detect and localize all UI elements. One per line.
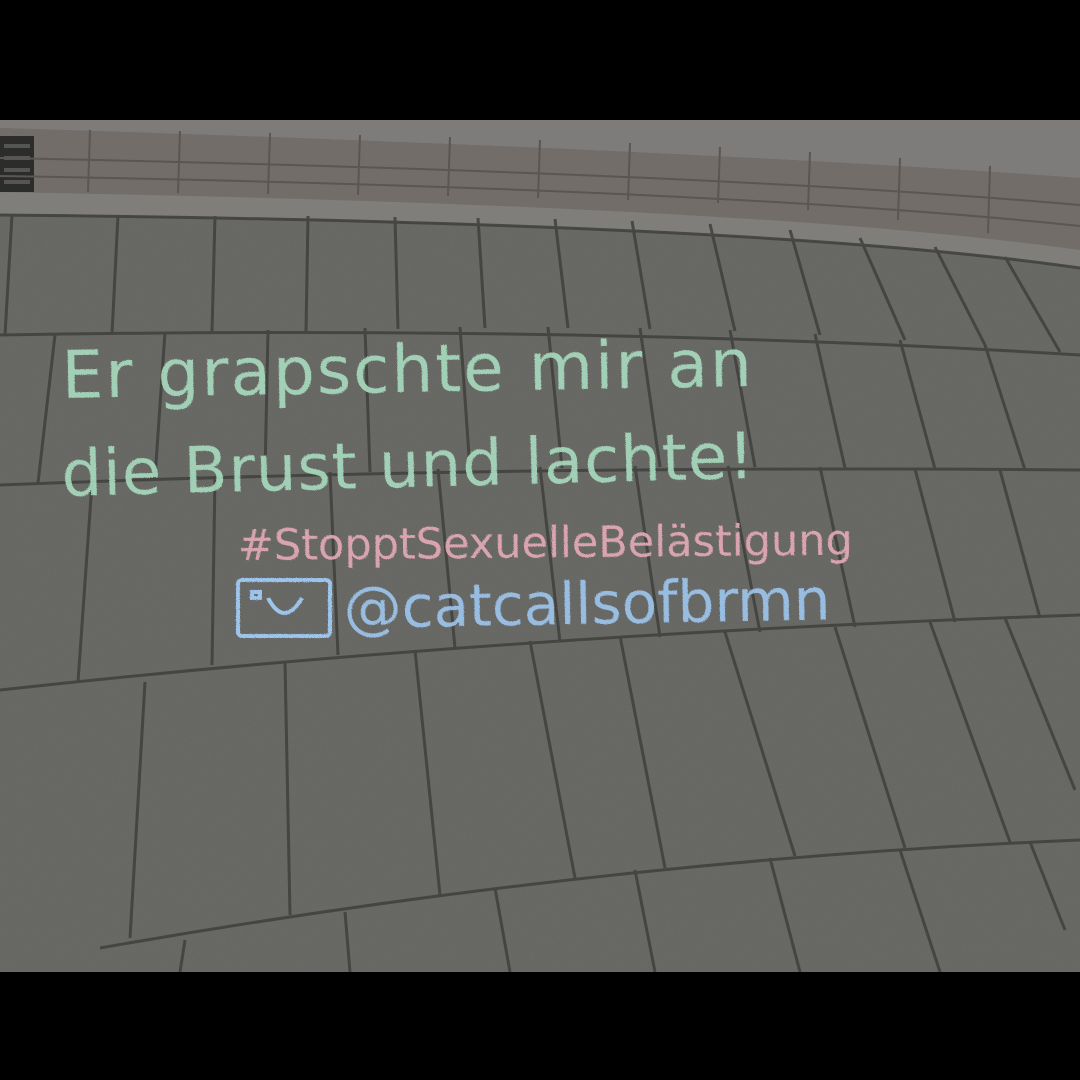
chalk-line-1: Er grapschte mir an (61, 325, 754, 414)
chalk-hashtag: #StopptSexuelleBelästigung (238, 516, 853, 571)
chalk-handle: @catcallsofbrmn (343, 566, 831, 642)
street-photo: Er grapschte mir an die Brust und lachte… (0, 0, 1080, 1080)
drain-grate (0, 136, 34, 192)
